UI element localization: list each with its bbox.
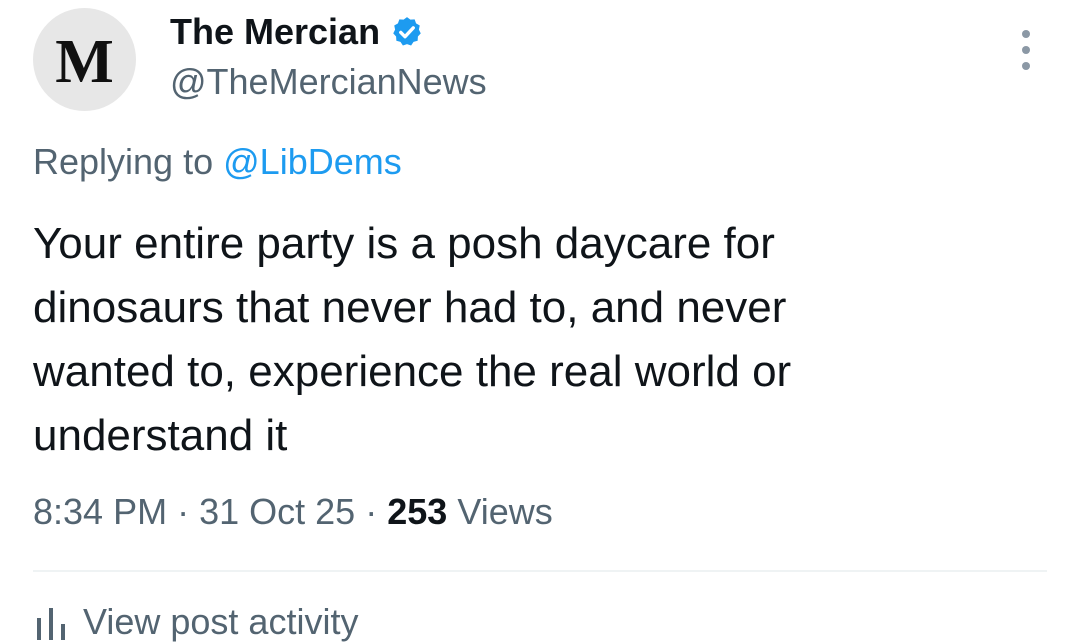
- author-name-row: The Mercian: [170, 10, 424, 54]
- avatar[interactable]: M: [33, 8, 136, 111]
- tweet-text-line: understand it: [33, 411, 288, 460]
- views-count: 253: [387, 491, 448, 532]
- display-name[interactable]: The Mercian: [170, 10, 380, 54]
- bar-chart-icon: [33, 604, 73, 640]
- avatar-logo: M: [55, 27, 114, 96]
- replying-to-label: Replying to: [33, 141, 214, 182]
- replying-to: Replying to @LibDems: [33, 140, 402, 184]
- tweet-time[interactable]: 8:34 PM: [33, 491, 167, 532]
- divider: [33, 570, 1047, 572]
- view-activity-label: View post activity: [83, 601, 359, 642]
- tweet-text-line: dinosaurs that never had to, and never: [33, 283, 787, 332]
- meta-separator: ·: [177, 491, 190, 532]
- user-handle[interactable]: @TheMercianNews: [170, 60, 487, 104]
- view-activity-link[interactable]: View post activity: [33, 600, 358, 644]
- tweet-date[interactable]: 31 Oct 25: [199, 491, 355, 532]
- tweet-text-line: Your entire party is a posh daycare for: [33, 219, 775, 268]
- tweet-meta: 8:34 PM · 31 Oct 25 · 253 Views: [33, 490, 553, 534]
- more-options-icon[interactable]: [1013, 30, 1039, 70]
- reply-target-link[interactable]: @LibDems: [223, 141, 402, 182]
- meta-separator: ·: [365, 491, 378, 532]
- views-label: Views: [457, 491, 553, 532]
- verified-badge-icon[interactable]: [390, 15, 424, 49]
- tweet-text: Your entire party is a posh daycare for …: [33, 212, 1043, 468]
- tweet-text-line: wanted to, experience the real world or: [33, 347, 792, 396]
